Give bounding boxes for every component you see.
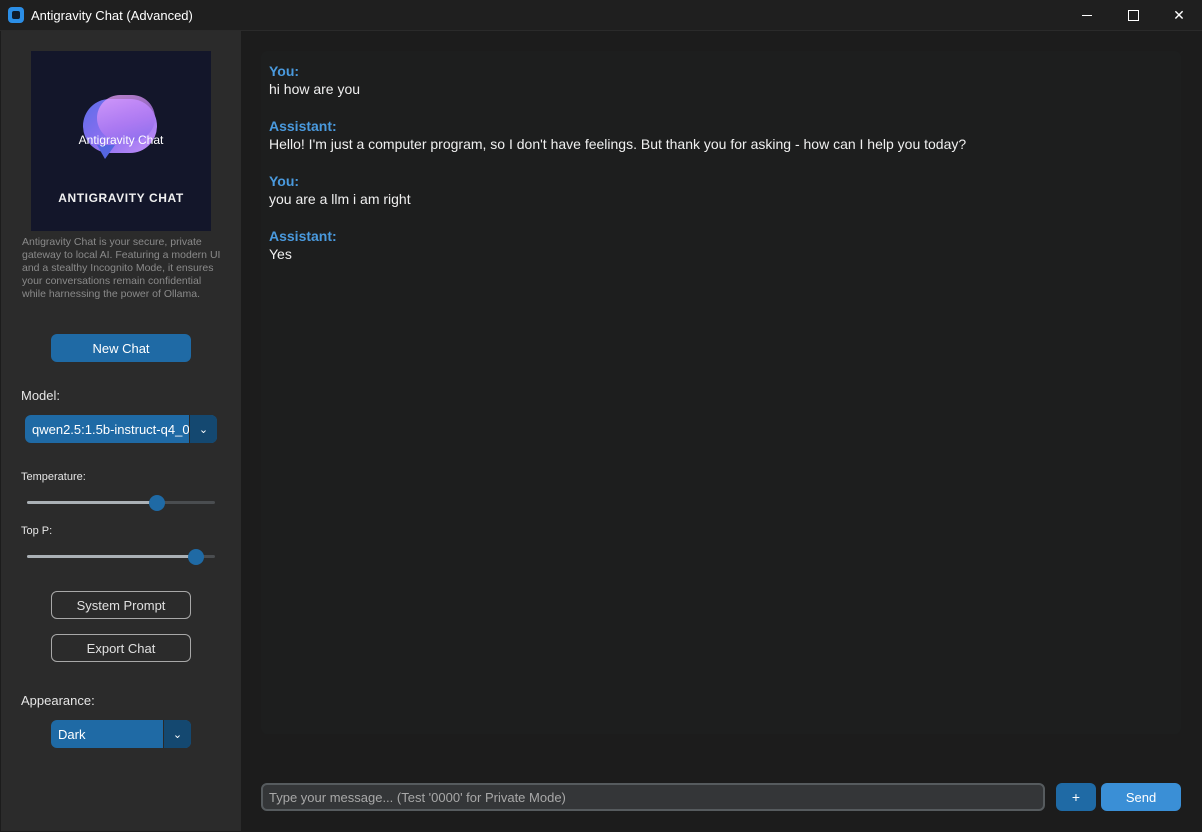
message-item: Assistant: Yes: [269, 228, 1169, 263]
model-dropdown[interactable]: qwen2.5:1.5b-instruct-q4_0 ⌄: [25, 415, 217, 443]
temperature-slider[interactable]: [27, 494, 215, 512]
top-p-label: Top P:: [21, 525, 53, 537]
appearance-dropdown[interactable]: Dark ⌄: [51, 720, 191, 748]
minimize-button[interactable]: [1064, 0, 1110, 31]
app-logo: Antigravity Chat ANTIGRAVITY CHAT: [31, 51, 211, 231]
model-dropdown-value[interactable]: qwen2.5:1.5b-instruct-q4_0: [25, 415, 189, 443]
message-item: You: hi how are you: [269, 63, 1169, 98]
logo-caption: Antigravity Chat: [78, 133, 164, 147]
appearance-dropdown-value[interactable]: Dark: [51, 720, 163, 748]
window-title: Antigravity Chat (Advanced): [31, 8, 193, 23]
slider-fill: [27, 555, 197, 558]
message-text: Hello! I'm just a computer program, so I…: [269, 136, 967, 152]
message-role: Assistant:: [269, 118, 337, 134]
message-item: Assistant: Hello! I'm just a computer pr…: [269, 118, 1169, 153]
app-icon: [8, 7, 24, 23]
send-button[interactable]: Send: [1101, 783, 1181, 811]
appearance-label: Appearance:: [21, 693, 95, 708]
message-text: you are a llm i am right: [269, 191, 411, 207]
temperature-label: Temperature:: [21, 471, 86, 483]
message-list: You: hi how are you Assistant: Hello! I'…: [269, 63, 1169, 283]
message-role: You:: [269, 63, 300, 79]
top-p-slider[interactable]: [27, 548, 215, 566]
close-icon: ✕: [1173, 7, 1185, 23]
chat-bubble-tail: [97, 145, 115, 159]
app-description: Antigravity Chat is your secure, private…: [22, 236, 221, 300]
message-role: Assistant:: [269, 228, 337, 244]
chevron-down-icon[interactable]: ⌄: [189, 415, 217, 443]
message-role: You:: [269, 173, 300, 189]
new-chat-button[interactable]: New Chat: [51, 334, 191, 362]
slider-thumb[interactable]: [188, 549, 205, 565]
close-button[interactable]: ✕: [1156, 0, 1202, 31]
slider-fill: [27, 501, 157, 504]
logo-wordmark: ANTIGRAVITY CHAT: [58, 191, 184, 205]
add-attachment-button[interactable]: +: [1056, 783, 1096, 811]
chevron-down-icon[interactable]: ⌄: [163, 720, 191, 748]
message-item: You: you are a llm i am right: [269, 173, 1169, 208]
sidebar: Antigravity Chat ANTIGRAVITY CHAT Antigr…: [1, 31, 241, 831]
title-bar: Antigravity Chat (Advanced) ✕: [0, 0, 1202, 31]
message-text: Yes: [269, 246, 292, 262]
maximize-icon: [1127, 10, 1139, 21]
export-chat-button[interactable]: Export Chat: [51, 634, 191, 662]
message-text: hi how are you: [269, 81, 361, 97]
message-input-box[interactable]: [261, 783, 1045, 811]
maximize-button[interactable]: [1110, 0, 1156, 31]
system-prompt-button[interactable]: System Prompt: [51, 591, 191, 619]
model-label: Model:: [21, 388, 61, 403]
minimize-icon: [1082, 15, 1092, 16]
message-input[interactable]: [263, 785, 1043, 809]
slider-thumb[interactable]: [148, 495, 165, 511]
chat-panel[interactable]: You: hi how are you Assistant: Hello! I'…: [261, 51, 1181, 734]
